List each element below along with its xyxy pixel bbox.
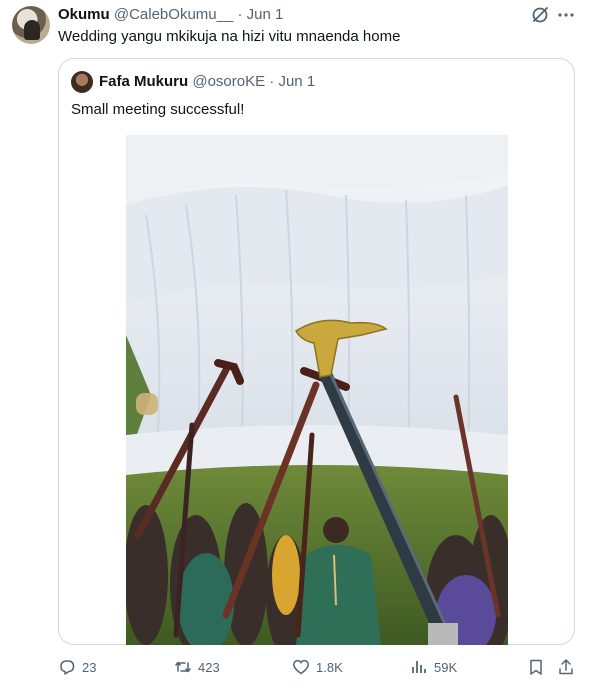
quoted-text: Small meeting successful!: [71, 101, 245, 118]
quoted-author-avatar[interactable]: [71, 71, 93, 93]
tweet-date[interactable]: Jun 1: [247, 6, 284, 23]
bookmark-icon: [530, 659, 542, 675]
views-count: 59K: [434, 659, 458, 675]
repost-icon: [175, 661, 191, 673]
repost-count: 423: [198, 659, 220, 675]
action-bar: 23 423 1.8K 59K: [0, 652, 598, 682]
tweet-text: Wedding yangu mkikuja na hizi vitu mnaen…: [58, 28, 401, 45]
tweet-header: Okumu @CalebOkumu__ · Jun 1: [58, 6, 283, 24]
views-icon: [412, 661, 426, 673]
avatar-figure: [24, 20, 40, 40]
author-avatar[interactable]: [12, 6, 50, 44]
quoted-author-name: Fafa Mukuru: [99, 73, 189, 90]
quoted-separator: ·: [269, 73, 275, 90]
quoted-date: Jun 1: [278, 73, 316, 90]
share-icon: [559, 659, 573, 675]
author-handle[interactable]: @CalebOkumu__: [114, 6, 233, 23]
like-icon: [293, 659, 309, 675]
repost-button[interactable]: 423: [174, 652, 220, 682]
quoted-author-handle: @osoroKE: [192, 73, 266, 90]
quoted-tweet[interactable]: Fafa Mukuru @osoroKE · Jun 1 Small meeti…: [58, 58, 575, 645]
share-button[interactable]: [557, 652, 575, 682]
like-count: 1.8K: [316, 659, 343, 675]
reply-button[interactable]: 23: [58, 652, 96, 682]
reply-count: 23: [82, 659, 97, 675]
like-button[interactable]: 1.8K: [292, 652, 343, 682]
quoted-header: Fafa Mukuru @osoroKE · Jun 1: [99, 73, 315, 91]
tweet[interactable]: Okumu @CalebOkumu__ · Jun 1 Wedding yang…: [0, 0, 598, 690]
more-icon[interactable]: [556, 5, 576, 25]
tweet-photo[interactable]: [126, 135, 508, 645]
grok-icon[interactable]: [530, 5, 550, 25]
header-separator: ·: [237, 6, 243, 23]
bookmark-button[interactable]: [527, 652, 545, 682]
reply-icon: [60, 660, 75, 675]
views-button[interactable]: 59K: [410, 652, 457, 682]
author-name[interactable]: Okumu: [58, 6, 110, 23]
